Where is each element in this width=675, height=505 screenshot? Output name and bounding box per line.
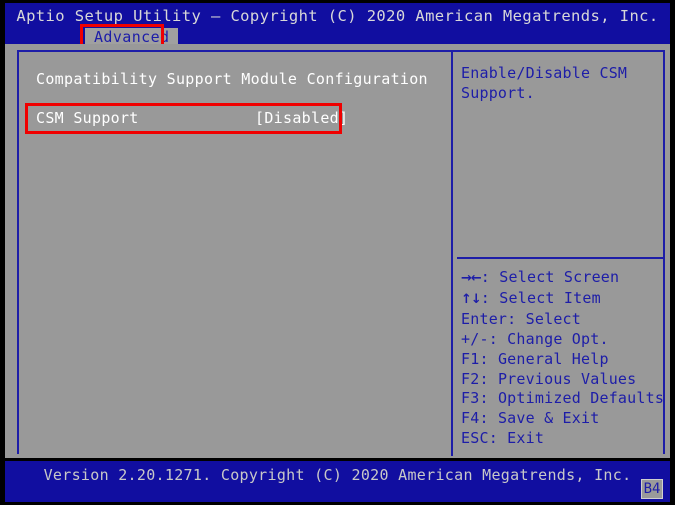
setting-value-csm-support[interactable]: [Disabled] (255, 109, 348, 127)
key-legend-item: Enter: Select (461, 310, 667, 330)
key-legend-action: Select (525, 309, 582, 328)
content-frame: Compatibility Support Module Configurati… (17, 50, 667, 456)
setting-row-csm-support[interactable]: CSM Support [Disabled] (36, 109, 348, 129)
key-legend-action: Change Opt. (507, 329, 609, 348)
arrow-horizontal-icon: →← (461, 271, 482, 286)
key-legend-action: Previous Values (497, 369, 637, 388)
footer-bar: Version 2.20.1271. Copyright (C) 2020 Am… (5, 461, 670, 502)
section-heading: Compatibility Support Module Configurati… (36, 70, 428, 88)
build-badge: B4 (641, 479, 663, 499)
help-separator (457, 257, 663, 259)
key-legend-separator: : (480, 288, 500, 307)
key-legend-key: F3 (461, 389, 480, 408)
key-legend-action: General Help (497, 349, 609, 368)
arrow-vertical-icon: ↑↓ (461, 291, 482, 307)
key-legend-separator: : (488, 429, 508, 448)
key-legend-list: →←: Select Screen ↑↓: Select Item Enter:… (461, 268, 667, 449)
title-bar: Aptio Setup Utility – Copyright (C) 2020… (5, 3, 670, 49)
bios-setup-screen: Aptio Setup Utility – Copyright (C) 2020… (0, 0, 675, 505)
key-legend-separator: : (479, 409, 498, 428)
key-legend-separator: : (479, 389, 498, 408)
key-legend-item: F3: Optimized Defaults (461, 389, 667, 409)
key-legend-action: Select Screen (499, 268, 620, 286)
key-legend-separator: : (479, 349, 498, 368)
key-legend-key: F2 (461, 369, 480, 388)
key-legend-separator: : (480, 268, 500, 286)
key-legend-key: ESC (461, 429, 489, 448)
key-legend-key: +/- (461, 329, 489, 348)
key-legend-action: Optimized Defaults (497, 389, 665, 408)
key-legend-key: F1 (461, 349, 480, 368)
key-legend-action: Select Item (499, 288, 601, 307)
key-legend-item: →←: Select Screen (461, 268, 667, 289)
key-legend-item: F4: Save & Exit (461, 409, 667, 429)
version-text: Version 2.20.1271. Copyright (C) 2020 Am… (43, 466, 632, 484)
key-legend-item: F2: Previous Values (461, 370, 667, 390)
key-legend-separator: : (507, 309, 526, 328)
key-legend-item: ESC: Exit (461, 429, 667, 449)
key-legend-action: Save & Exit (497, 409, 600, 428)
key-legend-key: Enter (461, 309, 508, 328)
key-legend-separator: : (488, 329, 508, 348)
key-legend-item: F1: General Help (461, 350, 667, 370)
key-legend-separator: : (479, 369, 498, 388)
key-legend-key: F4 (461, 409, 480, 428)
key-legend-item: ↑↓: Select Item (461, 289, 667, 310)
main-body: Compatibility Support Module Configurati… (5, 44, 670, 458)
settings-panel: Compatibility Support Module Configurati… (19, 52, 451, 456)
key-legend-item: +/-: Change Opt. (461, 330, 667, 350)
help-description: Enable/Disable CSM Support. (461, 64, 628, 102)
help-panel: Enable/Disable CSM Support. →←: Select S… (453, 52, 667, 456)
key-legend-action: Exit (507, 429, 545, 448)
utility-title: Aptio Setup Utility – Copyright (C) 2020… (16, 7, 659, 25)
setting-label-csm-support: CSM Support (36, 109, 139, 127)
